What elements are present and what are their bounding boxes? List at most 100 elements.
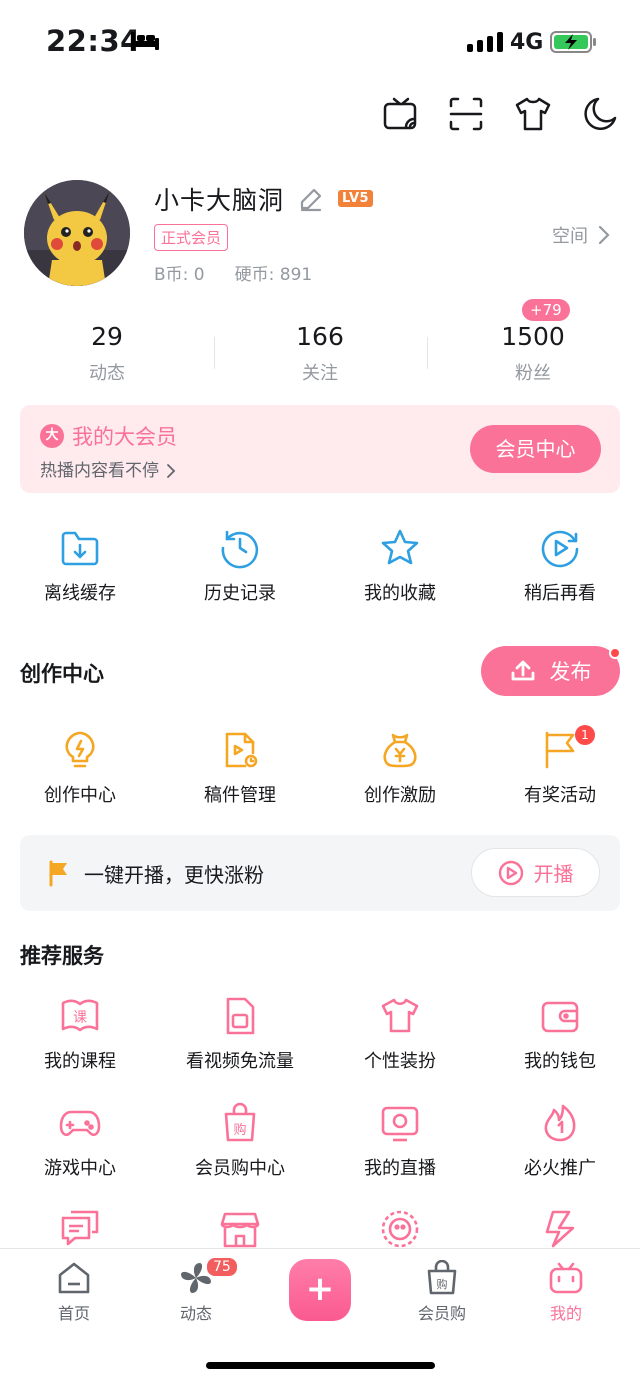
nav-home[interactable]: 首页 bbox=[24, 1260, 124, 1324]
svg-text:课: 课 bbox=[73, 1010, 87, 1026]
edit-icon[interactable] bbox=[298, 186, 324, 212]
item-label: 个性装扮 bbox=[364, 1051, 436, 1072]
battery-icon bbox=[550, 30, 598, 54]
activity-badge: 1 bbox=[575, 725, 595, 745]
item-label: 必火推广 bbox=[524, 1158, 596, 1179]
center-publish-button[interactable]: + bbox=[289, 1259, 351, 1321]
home-indicator bbox=[206, 1362, 435, 1369]
nav-label: 我的 bbox=[549, 1304, 582, 1323]
item-label: 我的收藏 bbox=[364, 583, 436, 604]
vip-icon: 大 bbox=[40, 424, 64, 448]
store-icon[interactable] bbox=[219, 1208, 261, 1250]
shirt-icon[interactable] bbox=[513, 94, 553, 134]
publish-label: 发布 bbox=[549, 660, 592, 684]
services-section-title: 推荐服务 bbox=[20, 944, 104, 968]
gamepad-icon bbox=[59, 1110, 101, 1137]
network-type: 4G bbox=[510, 30, 544, 55]
sim-card-icon bbox=[226, 997, 255, 1035]
stat-value: 29 bbox=[91, 322, 123, 351]
level-badge: LV5 bbox=[338, 190, 374, 207]
stat-dynamics[interactable]: 29 动态 bbox=[37, 322, 177, 385]
item-label: 游戏中心 bbox=[44, 1158, 116, 1179]
b-coin-count: B币: 0 bbox=[154, 265, 205, 285]
notification-dot bbox=[609, 647, 621, 659]
item-label: 看视频免流量 bbox=[186, 1051, 294, 1072]
course-icon: 课 bbox=[61, 999, 99, 1032]
start-live-button[interactable]: 开播 bbox=[471, 848, 600, 897]
nav-mall[interactable]: 购 会员购 bbox=[392, 1260, 492, 1324]
shirt-icon bbox=[381, 998, 419, 1033]
message-icon[interactable] bbox=[59, 1208, 101, 1250]
creation-center-item[interactable]: 创作中心 bbox=[0, 729, 160, 807]
mall-center-item[interactable]: 购 会员购中心 bbox=[160, 1102, 320, 1180]
play-circle-icon bbox=[498, 860, 523, 885]
promotion-item[interactable]: 必火推广 bbox=[480, 1102, 640, 1180]
space-label: 空间 bbox=[552, 226, 588, 247]
item-label: 离线缓存 bbox=[44, 583, 116, 604]
status-time: 22:34 bbox=[46, 24, 141, 58]
folder-download-icon bbox=[61, 531, 99, 566]
chevron-right-icon bbox=[598, 225, 610, 245]
nav-mine[interactable]: 我的 bbox=[516, 1260, 616, 1324]
tv-cast-icon[interactable] bbox=[381, 94, 421, 134]
item-label: 历史记录 bbox=[204, 583, 276, 604]
item-label: 创作中心 bbox=[44, 785, 116, 806]
fans-increment-badge: +79 bbox=[522, 299, 570, 321]
chevron-right-icon bbox=[166, 463, 176, 479]
history-icon bbox=[221, 530, 259, 569]
manuscript-manage-item[interactable]: 稿件管理 bbox=[160, 729, 320, 807]
bed-icon bbox=[130, 30, 160, 52]
spark-icon[interactable] bbox=[539, 1208, 581, 1250]
live-banner-text: 一键开播，更快涨粉 bbox=[84, 863, 264, 887]
coin-count: 硬币: 891 bbox=[234, 265, 313, 285]
wallet-icon bbox=[541, 1001, 579, 1033]
home-icon bbox=[58, 1262, 90, 1294]
vip-subtitle-text: 热播内容看不停 bbox=[40, 461, 159, 481]
item-label: 我的直播 bbox=[364, 1158, 436, 1179]
stat-label: 动态 bbox=[89, 363, 125, 384]
fire-icon bbox=[544, 1104, 576, 1142]
item-label: 稍后再看 bbox=[524, 583, 596, 604]
nav-label: 动态 bbox=[179, 1304, 212, 1323]
wallet-item[interactable]: 我的钱包 bbox=[480, 995, 640, 1073]
creation-section-title: 创作中心 bbox=[20, 662, 104, 686]
vip-subtitle[interactable]: 热播内容看不停 bbox=[40, 456, 176, 481]
item-label: 稿件管理 bbox=[204, 785, 276, 806]
reward-activity-item[interactable]: 有奖活动 bbox=[480, 729, 640, 807]
stat-value: 166 bbox=[296, 322, 344, 351]
stat-label: 粉丝 bbox=[515, 363, 551, 384]
star-icon bbox=[381, 529, 419, 565]
creation-incentive-item[interactable]: 创作激励 bbox=[320, 729, 480, 807]
username: 小卡大脑洞 bbox=[154, 186, 285, 215]
nav-label: 首页 bbox=[57, 1304, 90, 1323]
night-mode-icon[interactable] bbox=[580, 94, 620, 134]
offline-cache-item[interactable]: 离线缓存 bbox=[0, 527, 160, 605]
upload-icon bbox=[511, 660, 534, 681]
vip-center-button[interactable]: 会员中心 bbox=[470, 425, 601, 473]
space-link[interactable]: 空间 bbox=[552, 222, 610, 248]
divider bbox=[427, 337, 428, 369]
vip-status-badge: 正式会员 bbox=[154, 224, 229, 251]
stat-fans[interactable]: 1500 粉丝 bbox=[463, 322, 603, 385]
stat-following[interactable]: 166 关注 bbox=[250, 322, 390, 385]
favorites-item[interactable]: 我的收藏 bbox=[320, 527, 480, 605]
watch-later-item[interactable]: 稍后再看 bbox=[480, 527, 640, 605]
vip-title: 我的大会员 bbox=[72, 425, 177, 449]
badge-icon[interactable] bbox=[379, 1208, 421, 1250]
my-course-item[interactable]: 课 我的课程 bbox=[0, 995, 160, 1073]
avatar[interactable] bbox=[24, 180, 130, 286]
item-label: 创作激励 bbox=[364, 785, 436, 806]
my-live-item[interactable]: 我的直播 bbox=[320, 1102, 480, 1180]
file-video-icon bbox=[225, 732, 258, 768]
svg-text:购: 购 bbox=[233, 1122, 246, 1138]
publish-button[interactable]: 发布 bbox=[481, 646, 620, 696]
free-traffic-item[interactable]: 看视频免流量 bbox=[160, 995, 320, 1073]
divider bbox=[214, 337, 215, 369]
money-bag-icon bbox=[383, 733, 417, 768]
bilibili-tv-icon bbox=[549, 1262, 583, 1294]
stat-label: 关注 bbox=[302, 363, 338, 384]
scan-icon[interactable] bbox=[446, 94, 486, 134]
dress-up-item[interactable]: 个性装扮 bbox=[320, 995, 480, 1073]
game-center-item[interactable]: 游戏中心 bbox=[0, 1102, 160, 1180]
history-item[interactable]: 历史记录 bbox=[160, 527, 320, 605]
